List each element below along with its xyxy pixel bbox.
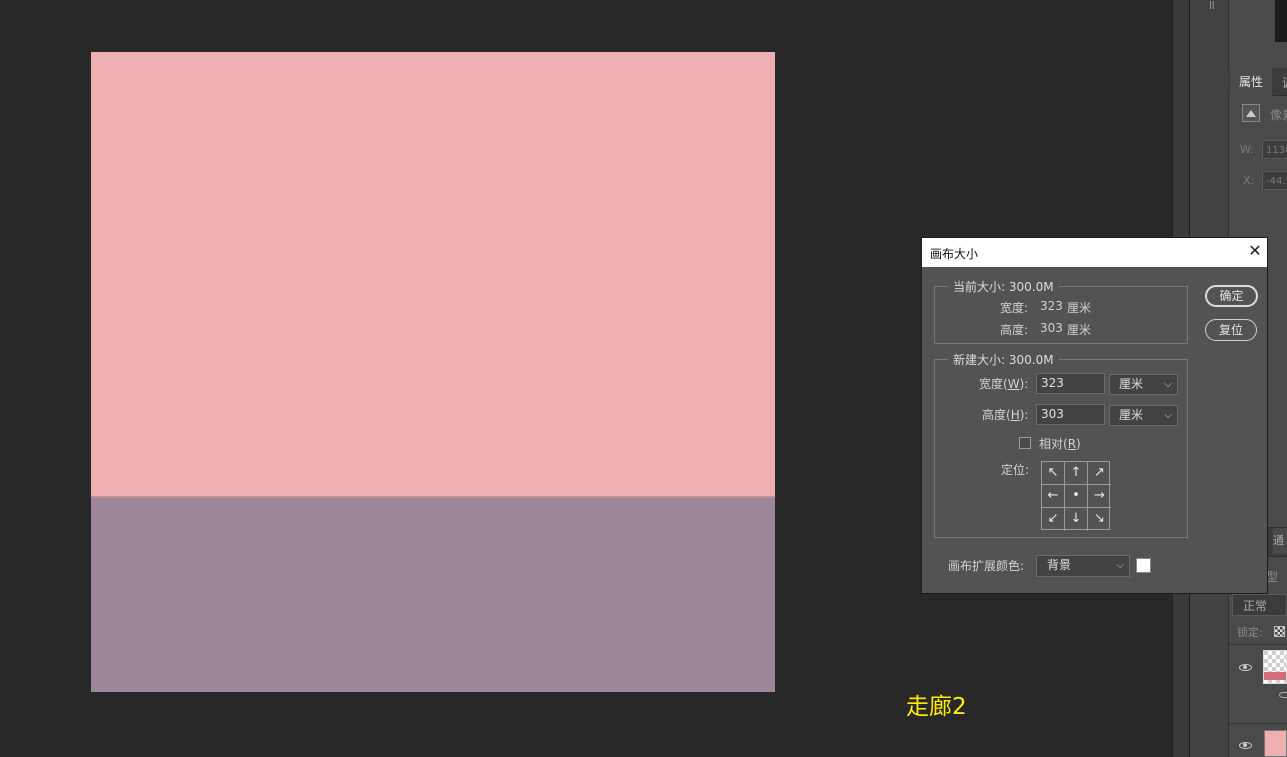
tab-channels[interactable]: 通 (1273, 528, 1287, 554)
chevron-down-icon: ⌵ (1164, 410, 1172, 421)
dialog-titlebar[interactable]: 画布大小 ✕ (922, 238, 1267, 267)
anchor-top-arrow-icon[interactable]: ↑ (1065, 462, 1088, 485)
layer-thumbnail[interactable] (1264, 730, 1287, 757)
relative-label-suffix: ) (1076, 437, 1081, 451)
x-field[interactable]: -44.2 (1262, 171, 1287, 190)
current-height-value: 303 (1040, 321, 1063, 335)
relative-label[interactable]: 相对(R) (1039, 435, 1081, 452)
eye-icon[interactable] (1239, 742, 1252, 749)
watermark-text: 走廊2 (906, 694, 967, 720)
relative-label-key: R (1067, 437, 1077, 451)
relative-label-prefix: 相对( (1039, 437, 1068, 451)
lock-label: 锁定: (1237, 626, 1263, 639)
eye-icon[interactable] (1239, 664, 1252, 671)
navigator-thumbnail[interactable] (1275, 0, 1287, 42)
close-icon[interactable]: ✕ (1247, 243, 1263, 259)
collapse-icon[interactable]: || (1209, 0, 1217, 9)
divider (1228, 644, 1287, 645)
properties-kind-label: 像素 (1270, 108, 1287, 122)
anchor-bottom-arrow-icon[interactable]: ↓ (1065, 508, 1088, 531)
dialog-title: 画布大小 (930, 247, 979, 261)
canvas-mauve-area[interactable] (91, 497, 775, 692)
new-width-label: 宽度(W): (979, 375, 1028, 392)
new-width-label-prefix: 宽度( (979, 377, 1008, 391)
chevron-down-icon: ⌵ (1164, 379, 1172, 390)
tab-adjustments[interactable]: 调 (1282, 74, 1287, 91)
blend-mode-select[interactable]: 正常 (1232, 594, 1287, 616)
canvas-size-dialog: 画布大小 ✕ 当前大小: 300.0M 宽度: 323 厘米 高度: 303 厘… (921, 237, 1268, 594)
new-width-label-key: W (1007, 377, 1020, 391)
width-label: W: (1240, 143, 1254, 156)
anchor-top-left-arrow-icon[interactable]: ↖ (1042, 462, 1065, 485)
new-height-label: 高度(H): (982, 406, 1028, 423)
layer-thumbnail[interactable] (1263, 650, 1287, 684)
chevron-down-icon: ⌵ (1116, 560, 1124, 571)
anchor-grid: ↖ ↑ ↗ ← • → ↙ ↓ ↘ (1041, 461, 1111, 531)
lock-transparency-icon[interactable] (1274, 626, 1285, 637)
width-input[interactable]: 323 (1036, 373, 1105, 394)
ok-button[interactable]: 确定 (1205, 285, 1258, 307)
new-height-label-prefix: 高度( (982, 408, 1011, 422)
extension-color-swatch[interactable] (1136, 558, 1151, 573)
tab-properties[interactable]: 属性 (1230, 68, 1272, 96)
x-label: X: (1243, 174, 1255, 187)
divider (1228, 723, 1287, 724)
height-unit-value: 厘米 (1119, 408, 1144, 422)
height-input[interactable]: 303 (1036, 404, 1105, 425)
new-height-label-suffix: ): (1019, 408, 1029, 422)
anchor-bottom-right-arrow-icon[interactable]: ↘ (1088, 508, 1111, 531)
relative-checkbox[interactable] (1019, 437, 1031, 449)
anchor-center-dot-icon[interactable]: • (1065, 485, 1088, 508)
new-size-title: 新建大小: 300.0M (948, 351, 1059, 368)
anchor-top-right-arrow-icon[interactable]: ↗ (1088, 462, 1111, 485)
canvas-seam (91, 496, 775, 498)
current-width-label: 宽度: (1000, 301, 1029, 315)
anchor-bottom-left-arrow-icon[interactable]: ↙ (1042, 508, 1065, 531)
width-unit-value: 厘米 (1119, 377, 1144, 391)
new-width-label-suffix: ): (1019, 377, 1029, 391)
new-height-label-key: H (1010, 408, 1020, 422)
current-width-value: 323 (1040, 299, 1063, 313)
current-size-title: 当前大小: 300.0M (948, 278, 1059, 295)
anchor-left-arrow-icon[interactable]: ← (1042, 485, 1065, 508)
current-height-unit: 厘米 (1067, 323, 1092, 337)
eye-icon[interactable] (1279, 692, 1287, 698)
extension-color-value: 背景 (1047, 558, 1072, 572)
image-icon (1242, 104, 1260, 122)
current-height-label: 高度: (1000, 323, 1029, 337)
reset-button[interactable]: 复位 (1205, 319, 1257, 341)
anchor-right-arrow-icon[interactable]: → (1088, 485, 1111, 508)
anchor-label: 定位: (1001, 463, 1030, 477)
extension-color-select[interactable]: 背景 ⌵ (1036, 555, 1130, 577)
extension-color-label: 画布扩展颜色: (948, 559, 1025, 573)
height-unit-select[interactable]: 厘米 ⌵ (1109, 405, 1178, 426)
width-field[interactable]: 1130 (1262, 140, 1287, 159)
width-unit-select[interactable]: 厘米 ⌵ (1109, 374, 1178, 395)
current-width-unit: 厘米 (1067, 301, 1092, 315)
canvas-pink-area[interactable] (91, 52, 775, 497)
